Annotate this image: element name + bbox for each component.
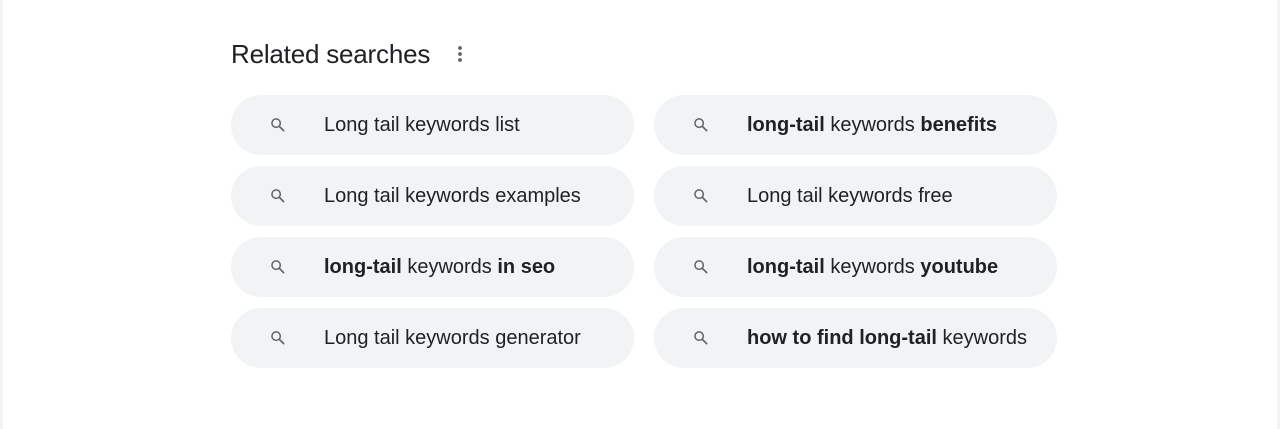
related-search-label: Long tail keywords examples xyxy=(324,185,581,208)
related-search-chip[interactable]: Long tail keywords list xyxy=(231,95,634,155)
related-search-label: long-tail keywords youtube xyxy=(747,256,998,279)
more-vert-icon xyxy=(458,46,463,62)
label-segment: Long tail keywords free xyxy=(747,184,953,207)
search-icon xyxy=(268,328,288,348)
label-segment: keywords xyxy=(824,113,921,136)
label-segment: keywords xyxy=(401,255,498,278)
related-search-label: Long tail keywords free xyxy=(747,185,953,208)
label-segment: keywords xyxy=(936,326,1027,349)
bold-label-segment: how to find long-tail xyxy=(747,326,937,349)
page-background: Related searches Long tail keywords list… xyxy=(3,0,1277,429)
related-search-label: Long tail keywords list xyxy=(324,114,520,137)
related-search-chip[interactable]: long-tail keywords youtube xyxy=(654,237,1057,297)
related-search-chip[interactable]: long-tail keywords benefits xyxy=(654,95,1057,155)
related-search-label: long-tail keywords benefits xyxy=(747,114,997,137)
bold-label-segment: long-tail xyxy=(747,113,825,136)
related-search-label: how to find long-tail keywords xyxy=(747,327,1027,350)
search-icon xyxy=(691,186,711,206)
bold-label-segment: long-tail xyxy=(324,255,402,278)
search-icon xyxy=(268,257,288,277)
label-segment: Long tail keywords list xyxy=(324,113,520,136)
bold-label-segment: benefits xyxy=(920,113,998,136)
search-icon xyxy=(691,328,711,348)
related-search-chip[interactable]: long-tail keywords in seo xyxy=(231,237,634,297)
bold-label-segment: long-tail xyxy=(747,255,825,278)
related-search-label: long-tail keywords in seo xyxy=(324,256,555,279)
bold-label-segment: in seo xyxy=(497,255,556,278)
search-icon xyxy=(691,115,711,135)
bold-label-segment: youtube xyxy=(920,255,999,278)
label-segment: Long tail keywords generator xyxy=(324,326,581,349)
related-searches-grid: Long tail keywords list long-tail keyword… xyxy=(231,95,1057,368)
search-icon xyxy=(691,257,711,277)
more-options-button[interactable] xyxy=(448,39,472,69)
related-search-chip[interactable]: Long tail keywords examples xyxy=(231,166,634,226)
related-searches-header: Related searches xyxy=(231,35,472,73)
search-icon xyxy=(268,115,288,135)
search-icon xyxy=(268,186,288,206)
related-search-chip[interactable]: Long tail keywords free xyxy=(654,166,1057,226)
label-segment: Long tail keywords examples xyxy=(324,184,581,207)
related-search-chip[interactable]: Long tail keywords generator xyxy=(231,308,634,368)
label-segment: keywords xyxy=(824,255,921,278)
related-searches-title: Related searches xyxy=(231,38,431,69)
related-search-chip[interactable]: how to find long-tail keywords xyxy=(654,308,1057,368)
related-search-label: Long tail keywords generator xyxy=(324,327,581,350)
